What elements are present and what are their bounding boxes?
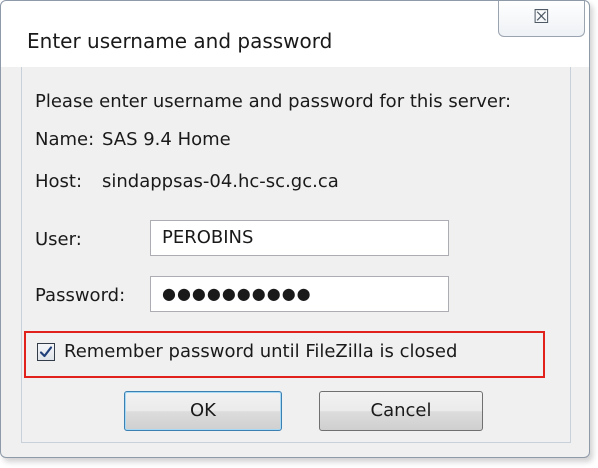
ok-button[interactable]: OK [124, 391, 282, 431]
host-label: Host: [35, 171, 83, 192]
name-value: SAS 9.4 Home [102, 129, 231, 150]
title-bar: Enter username and password ☒ [1, 1, 589, 67]
cancel-button[interactable]: Cancel [319, 391, 483, 431]
name-label: Name: [35, 129, 95, 150]
close-button[interactable]: ☒ [498, 1, 585, 37]
dialog-title: Enter username and password [27, 29, 333, 53]
remember-password-checkbox[interactable] [37, 343, 55, 361]
close-icon: ☒ [532, 6, 551, 28]
password-label: Password: [35, 285, 126, 306]
remember-password-label[interactable]: Remember password until FileZilla is clo… [64, 341, 457, 362]
prompt-text: Please enter username and password for t… [35, 91, 512, 112]
host-value: sindappsas-04.hc-sc.gc.ca [102, 171, 339, 192]
user-input[interactable]: PEROBINS [150, 220, 449, 256]
checkmark-icon [39, 346, 53, 358]
password-input[interactable]: ●●●●●●●●●● [150, 276, 449, 312]
login-dialog: Enter username and password ☒ Please ent… [0, 0, 590, 458]
user-label: User: [35, 229, 82, 250]
